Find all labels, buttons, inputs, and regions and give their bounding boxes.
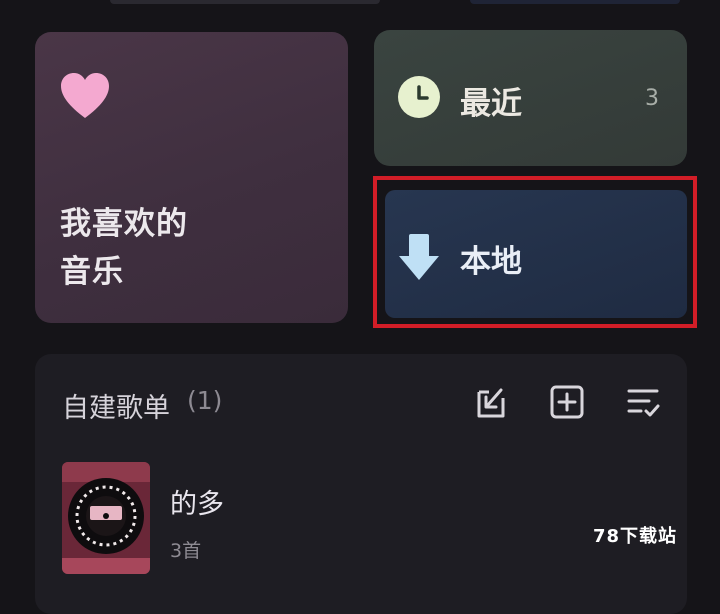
recent-count: 3 — [645, 86, 659, 111]
download-arrow-icon — [399, 234, 439, 280]
watermark: 78下载站 — [593, 526, 678, 547]
add-playlist-icon[interactable] — [547, 382, 587, 422]
favorite-music-card[interactable]: 我喜欢的 音乐 — [35, 32, 348, 323]
recent-label: 最近 — [460, 86, 522, 122]
top-edge-fragment — [470, 0, 680, 4]
recent-card[interactable]: 最近 3 — [374, 30, 687, 166]
playlist-cover[interactable] — [62, 462, 150, 574]
favorite-music-title: 我喜欢的 音乐 — [60, 206, 188, 290]
import-icon[interactable] — [471, 382, 511, 422]
manage-list-icon[interactable] — [623, 382, 663, 422]
local-label: 本地 — [460, 244, 522, 280]
custom-playlists-title: 自建歌单 — [62, 393, 170, 424]
top-edge-fragment — [110, 0, 380, 4]
custom-playlists-panel: 自建歌单 (1) 的多 3首 — [35, 354, 687, 614]
local-card[interactable]: 本地 — [385, 190, 687, 318]
clock-icon — [398, 76, 440, 118]
vinyl-record-image — [62, 462, 150, 574]
custom-playlists-count: (1) — [187, 386, 223, 415]
heart-icon — [61, 73, 109, 118]
playlist-item-track-count: 3首 — [170, 540, 202, 562]
playlist-item-name[interactable]: 的多 — [170, 482, 224, 521]
